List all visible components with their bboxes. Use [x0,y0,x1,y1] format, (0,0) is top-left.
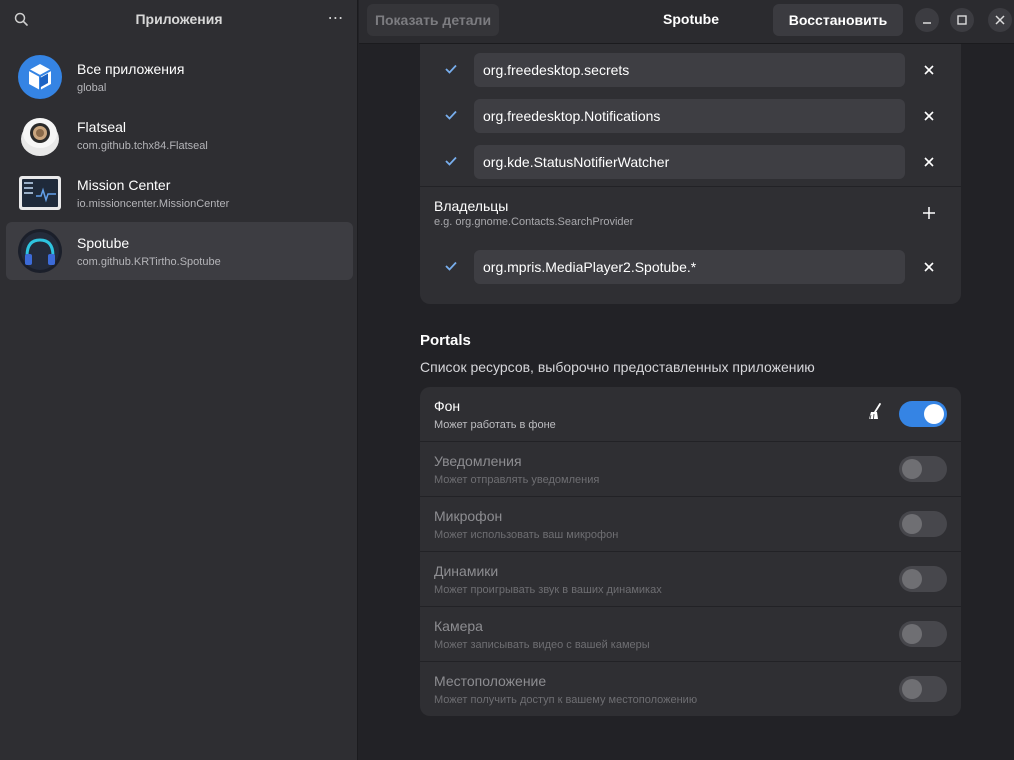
remove-icon[interactable] [920,61,938,79]
sidebar-header: Приложения ⋯ [0,0,358,40]
app-name: Mission Center [77,177,171,193]
menu-icon[interactable]: ⋯ [324,8,348,32]
portal-toggle[interactable] [899,621,947,647]
check-icon [444,154,458,168]
mission-center-icon [17,170,63,216]
toggle-knob [902,679,922,699]
portal-row-location: Местоположение Может получить доступ к в… [420,662,961,717]
restore-button[interactable]: Восстановить [773,4,903,36]
maximize-icon [957,15,967,25]
owners-hint: e.g. org.gnome.Contacts.SearchProvider [434,216,634,228]
bus-name-field[interactable]: org.freedesktop.Notifications [474,99,905,133]
portal-toggle[interactable] [899,401,947,427]
check-icon [444,108,458,122]
portal-subtitle: Может получить доступ к вашему местополо… [434,694,698,706]
portal-subtitle: Может проигрывать звук в ваших динамиках [434,584,662,596]
bus-name-field[interactable]: org.freedesktop.secrets [474,53,905,87]
session-bus-card: org.freedesktop.secrets org.freedesktop.… [420,44,961,304]
bus-talk-row: org.freedesktop.Notifications [420,94,961,140]
app-id: com.github.tchx84.Flatseal [77,140,208,152]
owners-title: Владельцы [434,198,509,214]
minimize-button[interactable] [915,8,939,32]
app-item-spotube[interactable]: Spotube com.github.KRTirtho.Spotube [6,222,353,280]
portal-toggle[interactable] [899,511,947,537]
portal-title: Уведомления [434,453,522,469]
portal-row-microphone: Микрофон Может использовать ваш микрофон [420,497,961,552]
toggle-knob [902,459,922,479]
portals-title: Portals [420,332,471,349]
close-window-button[interactable] [988,8,1012,32]
show-details-button[interactable]: Показать детали [367,4,499,36]
portal-subtitle: Может использовать ваш микрофон [434,529,619,541]
app-name: Spotube [77,235,130,251]
portal-subtitle: Может отправлять уведомления [434,474,600,486]
bus-talk-row: org.kde.StatusNotifierWatcher [420,140,961,186]
sidebar-title: Приложения [135,11,223,27]
window-title: Spotube [663,11,719,27]
portal-subtitle: Может работать в фоне [434,419,556,431]
app-name: Flatseal [77,119,127,135]
portals-description: Список ресурсов, выборочно предоставленн… [420,359,815,375]
app-item-all[interactable]: Все приложения global [6,48,353,106]
reset-broom-icon[interactable] [866,402,884,422]
portal-subtitle: Может записывать видео с вашей камеры [434,639,650,651]
toggle-knob [902,514,922,534]
all-apps-icon [17,54,63,100]
close-icon [995,15,1005,25]
bus-talk-row: org.freedesktop.secrets [420,48,961,94]
header-bar: Показать детали Spotube Восстановить [359,0,1014,44]
app-id: global [77,82,107,94]
remove-icon[interactable] [920,258,938,276]
flatseal-icon [17,112,63,158]
content-area[interactable]: org.freedesktop.secrets org.freedesktop.… [359,44,1014,760]
portal-title: Местоположение [434,673,547,689]
portal-title: Микрофон [434,508,503,524]
portal-toggle[interactable] [899,566,947,592]
portal-toggle[interactable] [899,456,947,482]
sidebar: Приложения ⋯ Все приложения global Flats… [0,0,358,760]
toggle-knob [924,404,944,424]
app-list: Все приложения global Flatseal com.githu… [6,48,353,280]
app-id: io.missioncenter.MissionCenter [77,198,230,210]
portal-title: Динамики [434,563,499,579]
minimize-icon [923,22,931,24]
bus-name-field[interactable]: org.kde.StatusNotifierWatcher [474,145,905,179]
toggle-knob [902,569,922,589]
bus-name-field[interactable]: org.mpris.MediaPlayer2.Spotube.* [474,250,905,284]
check-icon [444,62,458,76]
divider [420,186,961,187]
portal-row-camera: Камера Может записывать видео с вашей ка… [420,607,961,662]
app-item-flatseal[interactable]: Flatseal com.github.tchx84.Flatseal [6,106,353,164]
spotube-icon [17,228,63,274]
add-icon[interactable] [920,204,938,222]
bus-owner-row: org.mpris.MediaPlayer2.Spotube.* [420,245,961,291]
portals-card: Фон Может работать в фоне Уведомления Мо… [420,387,961,716]
portal-title: Фон [434,398,461,414]
maximize-button[interactable] [950,8,974,32]
app-item-mission-center[interactable]: Mission Center io.missioncenter.MissionC… [6,164,353,222]
app-name: Все приложения [77,61,185,77]
portal-row-notifications: Уведомления Может отправлять уведомления [420,442,961,497]
remove-icon[interactable] [920,107,938,125]
portal-row-background: Фон Может работать в фоне [420,387,961,442]
toggle-knob [902,624,922,644]
app-id: com.github.KRTirtho.Spotube [77,256,221,268]
portal-title: Камера [434,618,483,634]
remove-icon[interactable] [920,153,938,171]
portal-row-speakers: Динамики Может проигрывать звук в ваших … [420,552,961,607]
portal-toggle[interactable] [899,676,947,702]
check-icon [444,259,458,273]
